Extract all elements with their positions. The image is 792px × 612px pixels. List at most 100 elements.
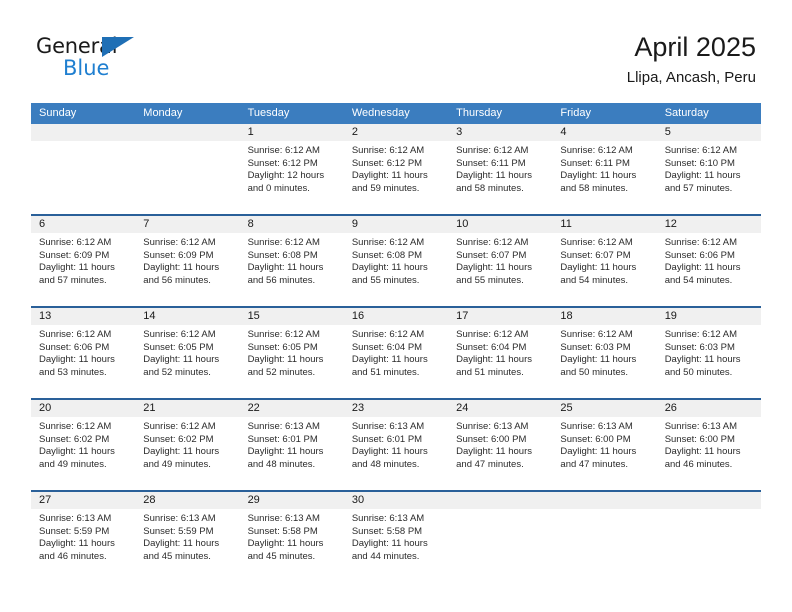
day-cell[interactable]: Sunrise: 6:12 AM Sunset: 6:09 PM Daylight:… bbox=[31, 233, 135, 304]
day-number[interactable]: 1 bbox=[240, 124, 344, 141]
day-cell[interactable]: Sunrise: 6:13 AM Sunset: 5:59 PM Daylight:… bbox=[31, 509, 135, 580]
day-number[interactable]: 9 bbox=[344, 216, 448, 233]
day-detail-line: Sunset: 6:12 PM bbox=[247, 157, 318, 169]
day-cell[interactable]: Sunrise: 6:12 AM Sunset: 6:11 PM Daylight:… bbox=[552, 141, 656, 212]
day-number[interactable]: 24 bbox=[448, 400, 552, 417]
day-number[interactable]: 16 bbox=[344, 308, 448, 325]
day-detail-line: and 52 minutes. bbox=[247, 366, 316, 378]
day-cell[interactable]: Sunrise: 6:12 AM Sunset: 6:08 PM Daylight:… bbox=[344, 233, 448, 304]
day-detail-line: Sunset: 5:58 PM bbox=[247, 525, 318, 537]
day-detail-line: and 47 minutes. bbox=[560, 458, 629, 470]
day-number[interactable]: 21 bbox=[135, 400, 239, 417]
day-detail-line: Daylight: 11 hours bbox=[351, 170, 428, 181]
day-cell[interactable]: Sunrise: 6:12 AM Sunset: 6:06 PM Daylight:… bbox=[657, 233, 761, 304]
day-cell[interactable]: Sunrise: 6:12 AM Sunset: 6:12 PM Daylight:… bbox=[344, 141, 448, 212]
day-number[interactable]: 28 bbox=[135, 492, 239, 509]
day-detail-line: and 59 minutes. bbox=[351, 182, 420, 194]
day-number[interactable]: 22 bbox=[240, 400, 344, 417]
empty-day-cell bbox=[135, 141, 239, 212]
day-detail-line: Sunrise: 6:13 AM bbox=[351, 421, 425, 432]
day-detail-line: Sunset: 6:04 PM bbox=[456, 341, 527, 353]
empty-day-number bbox=[448, 492, 552, 509]
day-detail-line: Daylight: 11 hours bbox=[247, 538, 324, 549]
day-number[interactable]: 19 bbox=[657, 308, 761, 325]
day-number[interactable]: 8 bbox=[240, 216, 344, 233]
day-detail-line: Daylight: 11 hours bbox=[456, 446, 532, 457]
day-cell[interactable]: Sunrise: 6:12 AM Sunset: 6:02 PM Daylight:… bbox=[135, 417, 239, 488]
day-detail-line: Sunrise: 6:12 AM bbox=[560, 145, 633, 156]
day-cell[interactable]: Sunrise: 6:13 AM Sunset: 6:01 PM Daylight:… bbox=[344, 417, 448, 488]
day-number[interactable]: 15 bbox=[240, 308, 344, 325]
day-detail-line: Sunrise: 6:12 AM bbox=[39, 237, 112, 248]
day-detail-line: and 51 minutes. bbox=[456, 366, 524, 378]
week-row: 20 21 22 23 24 25 26 Sunrise: 6:12 AM Sunset: 6:… bbox=[31, 398, 761, 490]
brand-name-blue: Blue bbox=[63, 56, 110, 80]
day-number[interactable]: 17 bbox=[448, 308, 552, 325]
day-cell[interactable]: Sunrise: 6:13 AM Sunset: 5:58 PM Daylight:… bbox=[240, 509, 344, 580]
day-detail-line: Sunset: 5:58 PM bbox=[351, 525, 423, 537]
day-detail-line: Daylight: 11 hours bbox=[456, 354, 532, 365]
day-detail-line: and 53 minutes. bbox=[39, 366, 107, 378]
day-number[interactable]: 3 bbox=[448, 124, 552, 141]
day-detail-line: Sunrise: 6:13 AM bbox=[247, 513, 320, 524]
day-number[interactable]: 30 bbox=[344, 492, 448, 509]
day-detail-line: Daylight: 11 hours bbox=[39, 538, 115, 549]
day-detail-line: Sunrise: 6:12 AM bbox=[664, 237, 738, 248]
day-detail-line: Sunset: 6:09 PM bbox=[39, 249, 110, 261]
day-detail-line: Daylight: 11 hours bbox=[664, 354, 741, 365]
day-detail-line: Sunrise: 6:13 AM bbox=[247, 421, 320, 432]
page-title: April 2025 bbox=[634, 32, 756, 62]
day-cell[interactable]: Sunrise: 6:13 AM Sunset: 5:58 PM Daylight:… bbox=[344, 509, 448, 580]
day-number[interactable]: 26 bbox=[657, 400, 761, 417]
day-number[interactable]: 2 bbox=[344, 124, 448, 141]
day-number[interactable]: 27 bbox=[31, 492, 135, 509]
day-cell[interactable]: Sunrise: 6:12 AM Sunset: 6:02 PM Daylight:… bbox=[31, 417, 135, 488]
day-number[interactable]: 14 bbox=[135, 308, 239, 325]
day-number[interactable]: 18 bbox=[552, 308, 656, 325]
day-number[interactable]: 7 bbox=[135, 216, 239, 233]
day-cell[interactable]: Sunrise: 6:12 AM Sunset: 6:04 PM Daylight:… bbox=[448, 325, 552, 396]
day-cell[interactable]: Sunrise: 6:13 AM Sunset: 6:00 PM Daylight:… bbox=[448, 417, 552, 488]
day-cell[interactable]: Sunrise: 6:12 AM Sunset: 6:08 PM Daylight:… bbox=[240, 233, 344, 304]
day-cell[interactable]: Sunrise: 6:13 AM Sunset: 6:01 PM Daylight:… bbox=[240, 417, 344, 488]
weekday-header-sunday: Sunday bbox=[39, 107, 77, 119]
day-cell[interactable]: Sunrise: 6:13 AM Sunset: 6:00 PM Daylight:… bbox=[552, 417, 656, 488]
day-cell[interactable]: Sunrise: 6:12 AM Sunset: 6:05 PM Daylight:… bbox=[135, 325, 239, 396]
day-number[interactable]: 25 bbox=[552, 400, 656, 417]
day-cell[interactable]: Sunrise: 6:13 AM Sunset: 5:59 PM Daylight:… bbox=[135, 509, 239, 580]
day-cell[interactable]: Sunrise: 6:12 AM Sunset: 6:11 PM Daylight:… bbox=[448, 141, 552, 212]
day-detail-line: and 56 minutes. bbox=[247, 274, 316, 286]
day-cell[interactable]: Sunrise: 6:12 AM Sunset: 6:06 PM Daylight:… bbox=[31, 325, 135, 396]
day-cell[interactable]: Sunrise: 6:12 AM Sunset: 6:09 PM Daylight:… bbox=[135, 233, 239, 304]
day-number[interactable]: 11 bbox=[552, 216, 656, 233]
day-cell[interactable]: Sunrise: 6:12 AM Sunset: 6:12 PM Daylight:… bbox=[240, 141, 344, 212]
day-cell[interactable]: Sunrise: 6:12 AM Sunset: 6:07 PM Daylight:… bbox=[448, 233, 552, 304]
day-cell[interactable]: Sunrise: 6:12 AM Sunset: 6:03 PM Daylight:… bbox=[552, 325, 656, 396]
day-cell[interactable]: Sunrise: 6:12 AM Sunset: 6:07 PM Daylight:… bbox=[552, 233, 656, 304]
day-number[interactable]: 12 bbox=[657, 216, 761, 233]
day-cell[interactable]: Sunrise: 6:12 AM Sunset: 6:10 PM Daylight:… bbox=[657, 141, 761, 212]
day-cell[interactable]: Sunrise: 6:13 AM Sunset: 6:00 PM Daylight:… bbox=[657, 417, 761, 488]
brand-logo[interactable]: General Blue bbox=[36, 34, 166, 90]
day-detail-line: Daylight: 11 hours bbox=[351, 538, 428, 549]
day-number[interactable]: 29 bbox=[240, 492, 344, 509]
day-cell[interactable]: Sunrise: 6:12 AM Sunset: 6:05 PM Daylight:… bbox=[240, 325, 344, 396]
day-number[interactable]: 23 bbox=[344, 400, 448, 417]
day-number[interactable]: 10 bbox=[448, 216, 552, 233]
day-cell[interactable]: Sunrise: 6:12 AM Sunset: 6:04 PM Daylight:… bbox=[344, 325, 448, 396]
day-cell[interactable]: Sunrise: 6:12 AM Sunset: 6:03 PM Daylight:… bbox=[657, 325, 761, 396]
day-number[interactable]: 6 bbox=[31, 216, 135, 233]
day-detail-line: Daylight: 11 hours bbox=[664, 262, 741, 273]
day-detail-line: Sunrise: 6:12 AM bbox=[351, 145, 425, 156]
day-detail-line: Daylight: 11 hours bbox=[247, 446, 324, 457]
empty-day-number bbox=[31, 124, 135, 141]
day-detail-line: and 51 minutes. bbox=[351, 366, 420, 378]
day-number[interactable]: 5 bbox=[657, 124, 761, 141]
weekday-header-wednesday: Wednesday bbox=[351, 107, 410, 119]
day-detail-line: Sunset: 6:07 PM bbox=[456, 249, 527, 261]
day-detail-band: Sunrise: 6:13 AM Sunset: 5:59 PM Daylight:… bbox=[31, 509, 761, 580]
week-row: 1 2 3 4 5 Sunrise: 6:12 AM Sunset: 6:12 PM Dayl… bbox=[31, 124, 761, 214]
day-number[interactable]: 13 bbox=[31, 308, 135, 325]
day-number[interactable]: 4 bbox=[552, 124, 656, 141]
day-number[interactable]: 20 bbox=[31, 400, 135, 417]
